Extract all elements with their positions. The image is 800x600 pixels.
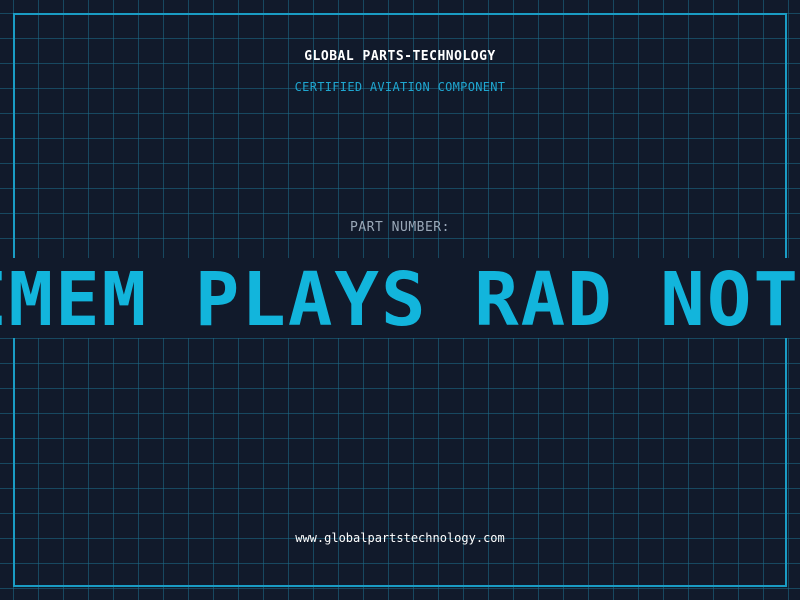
certification-subtitle: CERTIFIED AVIATION COMPONENT — [294, 80, 506, 94]
part-number-label: PART NUMBER: — [350, 220, 450, 235]
part-number-value: EMEM PLAYS RAD NOT — [0, 258, 800, 338]
company-name: GLOBAL PARTS-TECHNOLOGY — [304, 49, 496, 64]
part-number-banner: EMEM PLAYS RAD NOT — [0, 258, 800, 338]
website-url: www.globalpartstechnology.com — [295, 531, 505, 545]
